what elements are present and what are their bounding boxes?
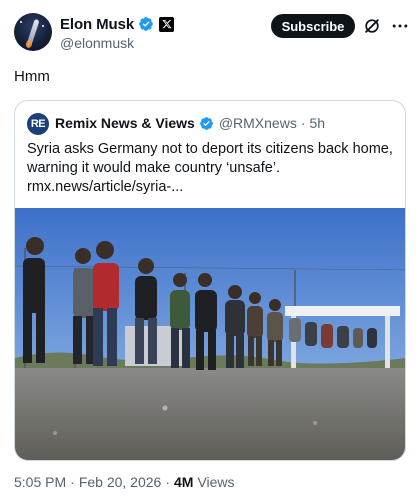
quote-author-name[interactable]: Remix News & Views xyxy=(55,115,195,131)
grok-icon[interactable] xyxy=(362,16,382,36)
meta-separator: · xyxy=(70,474,75,490)
quote-author-avatar[interactable]: RE xyxy=(27,113,49,135)
views-label: Views xyxy=(197,474,235,490)
quote-time[interactable]: 5h xyxy=(310,115,326,131)
quoted-post[interactable]: RE Remix News & Views @RMXnews · 5h Syri… xyxy=(14,100,406,461)
subscribe-button[interactable]: Subscribe xyxy=(271,14,355,38)
quote-author-row: Remix News & Views @RMXnews · 5h xyxy=(55,115,325,131)
post-date[interactable]: Feb 20, 2026 xyxy=(79,474,162,490)
post-time[interactable]: 5:05 PM xyxy=(14,474,66,490)
more-options-icon[interactable] xyxy=(390,16,410,36)
post-card: Elon Musk @elonmusk Subscribe Hmm RE Rem… xyxy=(0,0,420,500)
meta-separator: · xyxy=(165,474,170,490)
post-text: Hmm xyxy=(14,68,50,85)
verified-badge-icon xyxy=(199,116,213,130)
author-avatar[interactable] xyxy=(14,13,52,51)
news-photo[interactable] xyxy=(15,208,406,461)
verified-badge-icon xyxy=(139,17,153,31)
quote-body-text: Syria asks Germany not to deport its cit… xyxy=(27,141,393,176)
x-logo-icon xyxy=(159,16,175,32)
quote-author-handle[interactable]: @RMXnews xyxy=(219,115,297,131)
author-handle[interactable]: @elonmusk xyxy=(60,35,134,51)
quote-link[interactable]: rmx.news/article/syria-... xyxy=(27,178,183,197)
post-meta-row: 5:05 PM · Feb 20, 2026 · 4M Views xyxy=(14,474,235,490)
quote-separator: · xyxy=(300,115,306,131)
author-name-row: Elon Musk xyxy=(60,15,175,33)
views-count: 4M xyxy=(174,474,194,490)
author-display-name[interactable]: Elon Musk xyxy=(60,16,134,33)
